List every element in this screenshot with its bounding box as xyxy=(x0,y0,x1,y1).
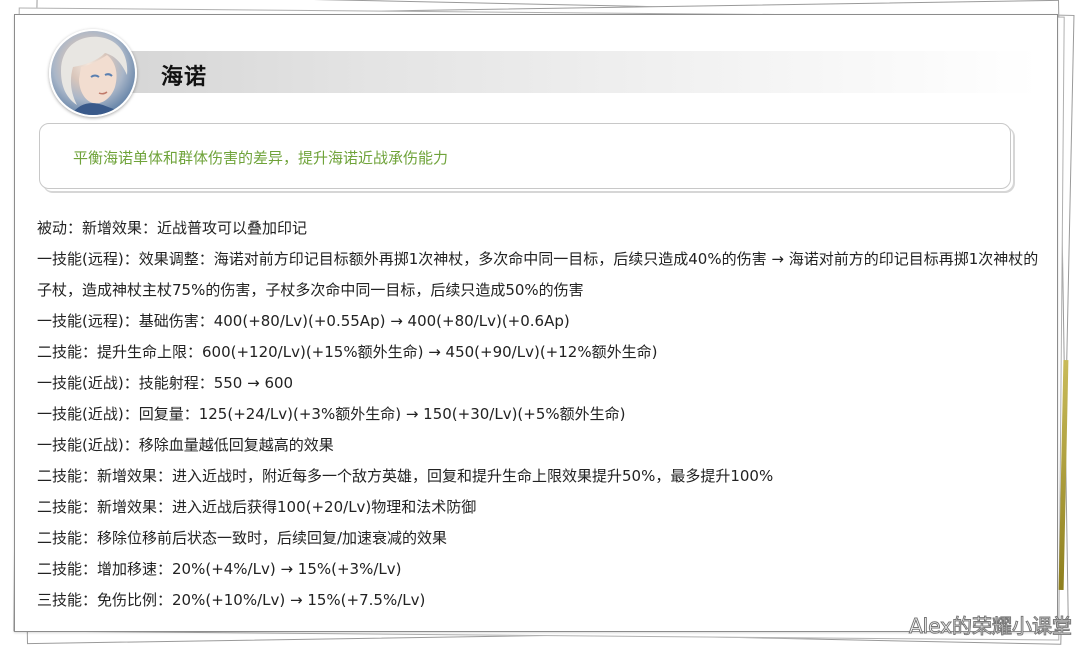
hero-portrait-icon xyxy=(49,29,137,117)
change-item: 二技能：提升生命上限：600(+120/Lv)(+15%额外生命) → 450(… xyxy=(37,343,658,361)
change-item: 一技能(近战)：移除血量越低回复越高的效果 xyxy=(37,436,334,454)
hero-header: 海诺 xyxy=(49,29,1039,117)
change-item: 二技能：增加移速：20%(+4%/Lv) → 15%(+3%/Lv) xyxy=(37,560,402,578)
patch-card: 海诺 平衡海诺单体和群体伤害的差异，提升海诺近战承伤能力 被动：新增效果：近战普… xyxy=(14,14,1058,632)
change-item: 一技能(近战)：技能射程：550 → 600 xyxy=(37,374,294,392)
change-item: 二技能：新增效果：进入近战后获得100(+20/Lv)物理和法术防御 xyxy=(37,498,477,516)
change-item: 二技能：移除位移前后状态一致时，后续回复/加速衰减的效果 xyxy=(37,529,448,547)
watermark: Alex的荣耀小课堂 xyxy=(908,614,1072,639)
change-summary-box: 平衡海诺单体和群体伤害的差异，提升海诺近战承伤能力 xyxy=(39,123,1011,189)
change-summary-text: 平衡海诺单体和群体伤害的差异，提升海诺近战承伤能力 xyxy=(73,149,449,167)
patch-notes-screenshot: 海诺 平衡海诺单体和群体伤害的差异，提升海诺近战承伤能力 被动：新增效果：近战普… xyxy=(0,0,1080,647)
change-item: 一技能(近战)：回复量：125(+24/Lv)(+3%额外生命) → 150(+… xyxy=(37,405,626,423)
hero-name: 海诺 xyxy=(161,65,208,90)
hero-name-bar xyxy=(89,51,1039,93)
change-item: 二技能：新增效果：进入近战时，附近每多一个敌方英雄，回复和提升生命上限效果提升5… xyxy=(37,467,774,485)
change-item: 三技能：免伤比例：20%(+10%/Lv) → 15%(+7.5%/Lv) xyxy=(37,591,426,609)
change-list: 被动：新增效果：近战普攻可以叠加印记 一技能(远程)：效果调整：海诺对前方印记目… xyxy=(37,213,1047,616)
change-item: 被动：新增效果：近战普攻可以叠加印记 xyxy=(37,219,308,237)
change-item: 一技能(远程)：效果调整：海诺对前方印记目标额外再掷1次神杖，多次命中同一目标，… xyxy=(37,250,1039,299)
change-item: 一技能(远程)：基础伤害：400(+80/Lv)(+0.55Ap) → 400(… xyxy=(37,312,570,330)
